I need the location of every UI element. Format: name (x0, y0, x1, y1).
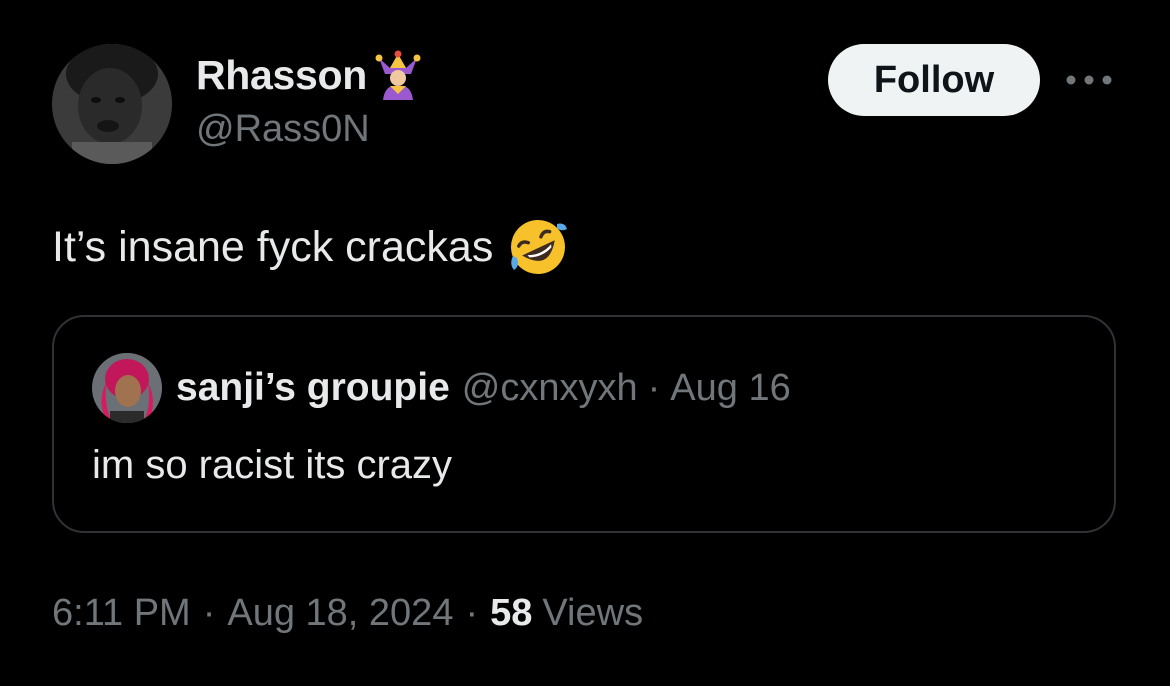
quoted-tweet-date[interactable]: Aug 16 (670, 367, 790, 410)
jester-icon (375, 50, 421, 100)
quoted-tweet-card[interactable]: sanji’s groupie @cxnxyxh · Aug 16 im so … (52, 315, 1116, 533)
views-count[interactable]: 58 (490, 592, 532, 635)
follow-button[interactable]: Follow (828, 44, 1040, 116)
separator-dot: · (647, 366, 661, 409)
avatar-photo (92, 353, 162, 423)
quoted-tweet-header: sanji’s groupie @cxnxyxh · Aug 16 (176, 361, 791, 415)
separator-dot: · (465, 591, 479, 634)
quoted-author-avatar[interactable] (92, 353, 162, 423)
separator-dot: · (202, 591, 216, 634)
tweet-body: It’s insane fyck crackas (52, 214, 569, 280)
tweet-text: It’s insane fyck crackas (52, 222, 494, 271)
views-label[interactable]: Views (542, 592, 643, 635)
tweet-time[interactable]: 6:11 PM (52, 592, 191, 635)
author-name-row: Rhasson (196, 50, 421, 100)
rolling-on-floor-laughing-icon (507, 216, 569, 278)
author-display-name[interactable]: Rhasson (196, 52, 367, 99)
tweet-meta: 6:11 PM · Aug 18, 2024 · 58 Views (52, 586, 643, 640)
avatar-photo (52, 44, 172, 164)
more-horizontal-icon[interactable] (1062, 60, 1116, 100)
quoted-author-name[interactable]: sanji’s groupie (176, 366, 450, 410)
quoted-tweet-text: im so racist its crazy (92, 443, 453, 487)
tweet-date[interactable]: Aug 18, 2024 (227, 592, 453, 635)
author-avatar[interactable] (52, 44, 172, 164)
quoted-author-handle[interactable]: @cxnxyxh (462, 367, 638, 410)
author-handle[interactable]: @Rass0N (196, 108, 370, 151)
